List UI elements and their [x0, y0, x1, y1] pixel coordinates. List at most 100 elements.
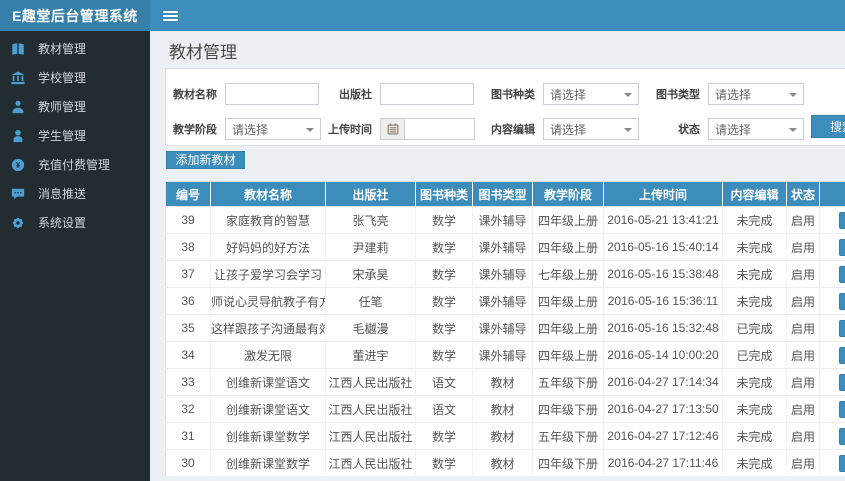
cell-publisher: 任笔: [325, 287, 416, 315]
cell-category: 语文: [415, 368, 473, 396]
search-button[interactable]: 搜索: [811, 115, 845, 138]
cell-upload-time: 2016-05-16 15:32:48: [603, 314, 723, 342]
row-action-button[interactable]: [839, 265, 845, 283]
cell-stage: 四年级上册: [532, 341, 604, 369]
cell-id: 31: [165, 422, 211, 450]
cell-actions: [819, 233, 845, 261]
table-body: 39 家庭教育的智慧 张飞亮 数学 课外辅导 四年级上册 2016-05-21 13:41:…: [165, 206, 845, 476]
cell-type: 教材: [472, 422, 533, 450]
content-edit-select[interactable]: 请选择: [543, 118, 639, 140]
cell-stage: 五年级下册: [532, 422, 604, 450]
content-edit-label: 内容编辑: [491, 124, 535, 136]
book-icon: [11, 42, 25, 56]
cell-edit-status: 未完成: [722, 449, 787, 476]
cell-type: 课外辅导: [472, 314, 533, 342]
table-row: 36 师说心灵导航教子有方 任笔 数学 课外辅导 四年级上册 2016-05-16 15:3…: [165, 287, 845, 315]
upload-time-input[interactable]: [404, 118, 475, 140]
sidebar-item-payments[interactable]: ¥ 充值付费管理: [0, 150, 150, 179]
cell-id: 38: [165, 233, 211, 261]
cell-category: 数学: [415, 233, 473, 261]
cell-publisher: 宋承昊: [325, 260, 416, 288]
row-action-button[interactable]: [839, 319, 845, 337]
cell-edit-status: 未完成: [722, 206, 787, 234]
cell-category: 语文: [415, 395, 473, 423]
row-action-button[interactable]: [839, 400, 845, 418]
hamburger-menu-icon[interactable]: [163, 9, 178, 23]
cell-name: 好妈妈的好方法: [210, 233, 326, 261]
book-type-label: 图书类型: [656, 89, 700, 101]
table-row: 30 创维新课堂数学 江西人民出版社 数学 教材 四年级下册 2016-04-27 17:1…: [165, 449, 845, 476]
teacher-icon: [11, 100, 25, 114]
cell-edit-status: 未完成: [722, 260, 787, 288]
book-category-field: 图书种类 请选择: [487, 83, 652, 105]
cell-status: 启用: [786, 260, 820, 288]
teaching-stage-label: 教学阶段: [173, 124, 217, 136]
teaching-stage-select[interactable]: 请选择: [225, 118, 321, 140]
row-action-button[interactable]: [839, 292, 845, 310]
sidebar-item-label: 教材管理: [38, 42, 87, 56]
row-action-button[interactable]: [839, 454, 845, 472]
cell-stage: 五年级下册: [532, 368, 604, 396]
cell-actions: [819, 422, 845, 450]
status-select[interactable]: 请选择: [708, 118, 804, 140]
cell-id: 35: [165, 314, 211, 342]
cell-edit-status: 已完成: [722, 341, 787, 369]
cell-status: 启用: [786, 287, 820, 315]
row-action-button[interactable]: [839, 211, 845, 229]
cell-status: 启用: [786, 233, 820, 261]
sidebar-item-teachers[interactable]: 教师管理: [0, 92, 150, 121]
cell-upload-time: 2016-05-21 13:41:21: [603, 206, 723, 234]
cell-stage: 四年级下册: [532, 395, 604, 423]
cell-edit-status: 未完成: [722, 287, 787, 315]
cell-status: 启用: [786, 341, 820, 369]
student-icon: [11, 129, 25, 143]
add-textbook-button[interactable]: 添加新教材: [166, 151, 245, 169]
row-action-button[interactable]: [839, 373, 845, 391]
row-action-button[interactable]: [839, 427, 845, 445]
row-action-button[interactable]: [839, 238, 845, 256]
cell-status: 启用: [786, 422, 820, 450]
university-icon: [11, 70, 25, 85]
cell-publisher: 毛樾漫: [325, 314, 416, 342]
chevron-down-icon: [789, 93, 797, 97]
book-type-select[interactable]: 请选择: [708, 83, 804, 105]
cell-category: 数学: [415, 260, 473, 288]
cell-type: 课外辅导: [472, 260, 533, 288]
sidebar-item-settings[interactable]: 系统设置: [0, 208, 150, 237]
cell-id: 37: [165, 260, 211, 288]
sidebar-item-label: 充值付费管理: [38, 158, 111, 172]
cell-id: 30: [165, 449, 211, 476]
sidebar-item-schools[interactable]: 学校管理: [0, 63, 150, 92]
sidebar-item-textbooks[interactable]: 教材管理: [0, 34, 150, 63]
cell-category: 数学: [415, 422, 473, 450]
cell-type: 教材: [472, 368, 533, 396]
cell-name: 家庭教育的智慧: [210, 206, 326, 234]
column-header: 出版社: [325, 181, 416, 207]
cell-stage: 四年级上册: [532, 314, 604, 342]
cell-name: 这样跟孩子沟通最有效: [210, 314, 326, 342]
app-logo[interactable]: E趣堂后台管理系统: [0, 0, 150, 31]
cell-stage: 七年级上册: [532, 260, 604, 288]
cell-type: 教材: [472, 449, 533, 476]
publisher-label: 出版社: [339, 89, 372, 101]
table-row: 31 创维新课堂数学 江西人民出版社 数学 教材 五年级下册 2016-04-27 17:1…: [165, 422, 845, 450]
content-edit-field: 内容编辑 请选择: [487, 118, 652, 140]
cell-name: 创维新课堂数学: [210, 449, 326, 476]
calendar-icon[interactable]: [380, 118, 404, 140]
column-header: 图书种类: [415, 181, 473, 207]
cell-upload-time: 2016-04-27 17:12:46: [603, 422, 723, 450]
cell-stage: 四年级下册: [532, 449, 604, 476]
row-action-button[interactable]: [839, 346, 845, 364]
cell-publisher: 张飞亮: [325, 206, 416, 234]
sidebar-item-students[interactable]: 学生管理: [0, 121, 150, 150]
book-category-select[interactable]: 请选择: [543, 83, 639, 105]
cell-category: 数学: [415, 341, 473, 369]
sidebar-menu: 教材管理 学校管理 教师管理 学生管理 ¥ 充值付费管理 消息推送 系统设置: [0, 31, 150, 237]
cell-actions: [819, 206, 845, 234]
upload-time-field: 上传时间: [324, 118, 487, 140]
publisher-input[interactable]: [380, 83, 474, 105]
textbook-name-input[interactable]: [225, 83, 319, 105]
table-row: 39 家庭教育的智慧 张飞亮 数学 课外辅导 四年级上册 2016-05-21 13:41:…: [165, 206, 845, 234]
sidebar-item-messages[interactable]: 消息推送: [0, 179, 150, 208]
table-row: 32 创维新课堂语文 江西人民出版社 语文 教材 四年级下册 2016-04-27 17:1…: [165, 395, 845, 423]
